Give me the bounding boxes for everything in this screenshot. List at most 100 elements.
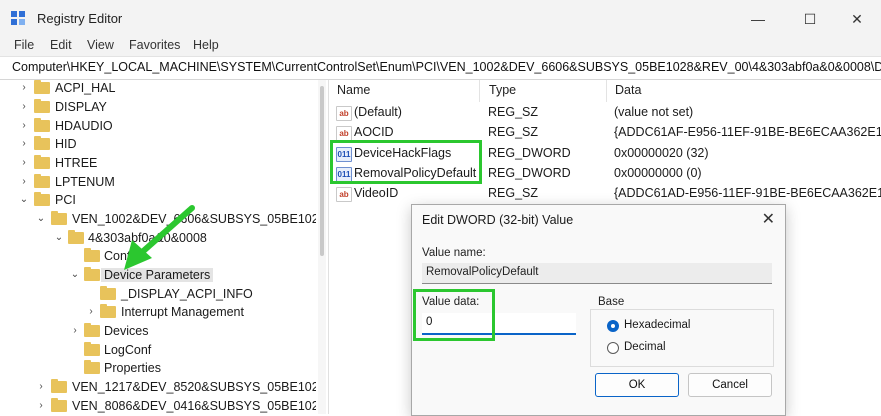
decimal-radio[interactable] [607,342,619,354]
tree-item[interactable]: ⌄ 4&303abf0a&0&0008 [0,230,316,248]
chevron-right-icon[interactable]: › [19,81,29,95]
folder-icon [51,379,67,393]
value-name: AOCID [354,125,394,139]
string-value-icon: ab [336,126,352,141]
tree-item[interactable]: › Devices [0,323,316,341]
base-group: Hexadecimal Decimal [590,309,774,367]
menu-help[interactable]: Help [193,38,219,52]
folder-icon [34,99,50,113]
tree-item-label: Interrupt Management [121,305,244,319]
column-divider[interactable] [479,80,480,102]
address-path[interactable]: Computer\HKEY_LOCAL_MACHINE\SYSTEM\Curre… [12,60,881,74]
dialog-close-button[interactable]: ✕ [762,209,775,229]
hexadecimal-radio[interactable] [607,320,619,332]
chevron-right-icon[interactable]: › [19,100,29,114]
column-type[interactable]: Type [489,83,516,97]
cancel-button[interactable]: Cancel [688,373,772,397]
chevron-right-icon[interactable]: › [19,175,29,189]
tree-item-selected[interactable]: ⌄ Device Parameters [0,267,316,285]
key-tree: › ACPI_HAL › DISPLAY › HDAUDIO › HID › H… [0,80,316,414]
minimize-button[interactable]: — [735,6,781,32]
menu-file[interactable]: File [14,38,34,52]
value-data: {ADDC61AF-E956-11EF-91BE-BE6ECAA362E1} [614,125,881,139]
folder-icon [84,323,100,337]
folder-icon [34,192,50,206]
tree-scrollbar-thumb[interactable] [320,86,324,256]
folder-icon [51,211,67,225]
folder-icon [34,118,50,132]
folder-icon [100,304,116,318]
value-row[interactable]: ab VideoID REG_SZ {ADDC61AD-E956-11EF-91… [330,184,881,204]
tree-item-label: Device Parameters [101,268,214,282]
tree-item-label: HTREE [55,156,98,170]
window-title: Registry Editor [37,11,123,26]
tree-item[interactable]: › LPTENUM [0,174,316,192]
address-bar[interactable]: Computer\HKEY_LOCAL_MACHINE\SYSTEM\Curre… [0,56,881,80]
tree-item[interactable]: › DISPLAY [0,99,316,117]
tree-item-label: LPTENUM [55,175,115,189]
tree-item[interactable]: › VEN_8086&DEV_0416&SUBSYS_05BE1028& [0,398,316,414]
tree-item[interactable]: › VEN_1217&DEV_8520&SUBSYS_05BE1028& [0,379,316,397]
tree-item[interactable]: › Interrupt Management [0,304,316,322]
menu-view[interactable]: View [87,38,114,52]
chevron-right-icon[interactable]: › [19,156,29,170]
chevron-down-icon[interactable]: ⌄ [70,268,80,282]
value-data-highlight [413,289,495,341]
maximize-button[interactable]: ☐ [787,6,833,32]
chevron-right-icon[interactable]: › [19,119,29,133]
chevron-right-icon[interactable]: › [19,137,29,151]
chevron-right-icon[interactable]: › [36,399,46,413]
ok-button[interactable]: OK [595,373,679,397]
chevron-down-icon[interactable]: ⌄ [54,231,64,245]
folder-icon [84,267,100,281]
chevron-down-icon[interactable]: ⌄ [36,212,46,226]
chevron-right-icon[interactable]: › [70,324,80,338]
chevron-right-icon[interactable]: › [36,380,46,394]
base-group-label: Base [598,296,625,308]
folder-icon [34,136,50,150]
tree-item-label: PCI [55,193,76,207]
dialog-title: Edit DWORD (32-bit) Value [422,213,574,227]
value-type: REG_DWORD [488,166,571,180]
value-row[interactable]: ab (Default) REG_SZ (value not set) [330,103,881,123]
tree-item-label: HID [55,137,77,151]
chevron-down-icon[interactable]: ⌄ [19,193,29,207]
tree-item[interactable]: Properties [0,360,316,378]
menu-edit[interactable]: Edit [50,38,72,52]
pane-splitter[interactable] [328,80,329,414]
tree-item[interactable]: _DISPLAY_ACPI_INFO [0,286,316,304]
tree-item[interactable]: Control [0,248,316,266]
value-data: 0x00000020 (32) [614,146,709,160]
string-value-icon: ab [336,187,352,202]
registry-editor-icon [11,11,25,25]
decimal-label[interactable]: Decimal [624,341,666,353]
chevron-right-icon[interactable]: › [86,305,96,319]
folder-icon [51,398,67,412]
tree-item[interactable]: › HID [0,136,316,154]
menu-favorites[interactable]: Favorites [129,38,180,52]
folder-icon [34,80,50,94]
hexadecimal-label[interactable]: Hexadecimal [624,319,690,331]
menu-bar: File Edit View Favorites Help [0,36,881,56]
column-name[interactable]: Name [337,83,370,97]
tree-item[interactable]: › HDAUDIO [0,118,316,136]
folder-icon [34,155,50,169]
column-data[interactable]: Data [615,83,641,97]
value-name-field: RemovalPolicyDefault [422,263,772,284]
tree-item[interactable]: ⌄ PCI [0,192,316,210]
tree-item[interactable]: › HTREE [0,155,316,173]
column-divider[interactable] [606,80,607,102]
tree-item[interactable]: ⌄ VEN_1002&DEV_6606&SUBSYS_05BE1028& [0,211,316,229]
tree-item[interactable]: LogConf [0,342,316,360]
value-type: REG_DWORD [488,146,571,160]
close-button[interactable]: ✕ [834,6,880,32]
tree-item-label: HDAUDIO [55,119,113,133]
value-name: VideoID [354,186,399,200]
value-name: (Default) [354,105,402,119]
tree-scrollbar[interactable] [318,80,326,414]
value-data: 0x00000000 (0) [614,166,702,180]
tree-item-label: ACPI_HAL [55,81,116,95]
values-header: Name Type Data [329,80,881,102]
tree-item-label: VEN_1217&DEV_8520&SUBSYS_05BE1028& [72,380,316,394]
tree-item[interactable]: › ACPI_HAL [0,80,316,98]
